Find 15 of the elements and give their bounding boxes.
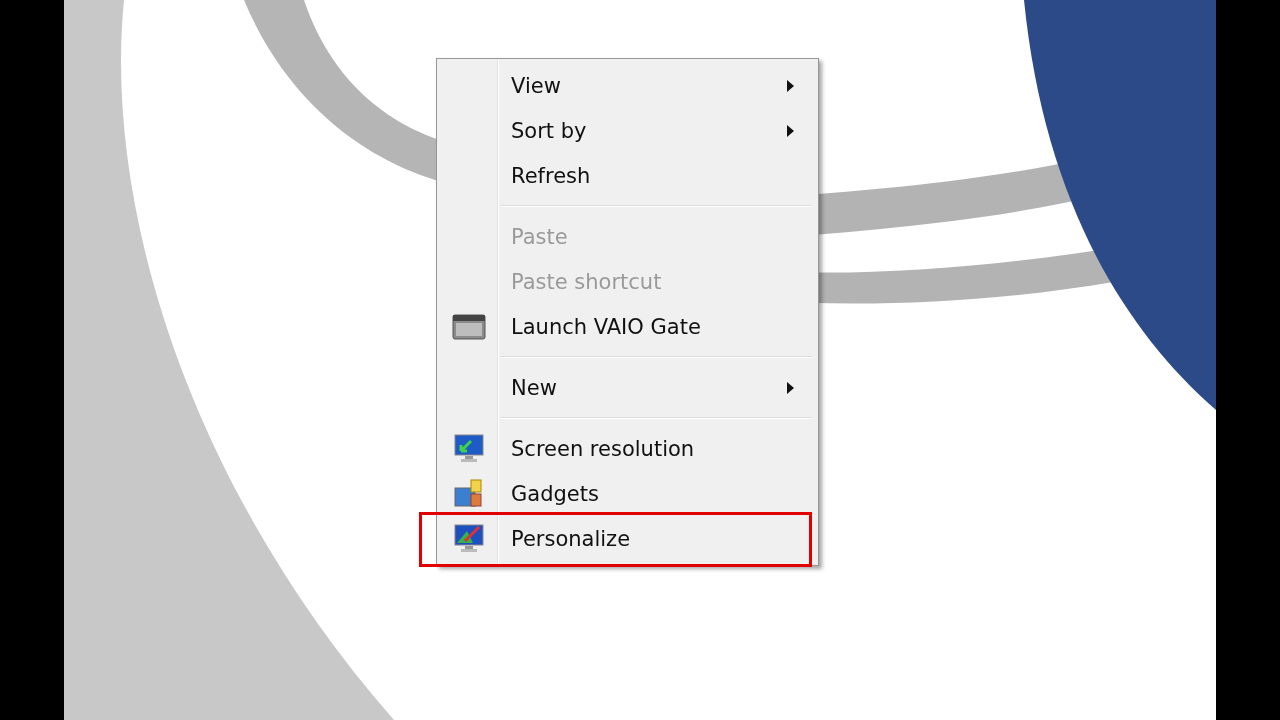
window-icon: [452, 313, 486, 340]
menu-item[interactable]: Personalize: [439, 516, 816, 561]
menu-item[interactable]: Sort by: [439, 108, 816, 153]
personalize-icon: [453, 522, 485, 555]
menu-item[interactable]: Launch VAIO Gate: [439, 304, 816, 349]
menu-item[interactable]: View: [439, 63, 816, 108]
monitor-icon: [453, 432, 485, 465]
submenu-arrow-icon: [787, 79, 794, 92]
menu-item[interactable]: New: [439, 365, 816, 410]
menu-item[interactable]: Refresh: [439, 153, 816, 198]
submenu-arrow-icon: [787, 124, 794, 137]
submenu-arrow-icon: [787, 381, 794, 394]
menu-item[interactable]: Screen resolution: [439, 426, 816, 471]
menu-item[interactable]: Gadgets: [439, 471, 816, 516]
gadgets-icon: [453, 477, 485, 510]
